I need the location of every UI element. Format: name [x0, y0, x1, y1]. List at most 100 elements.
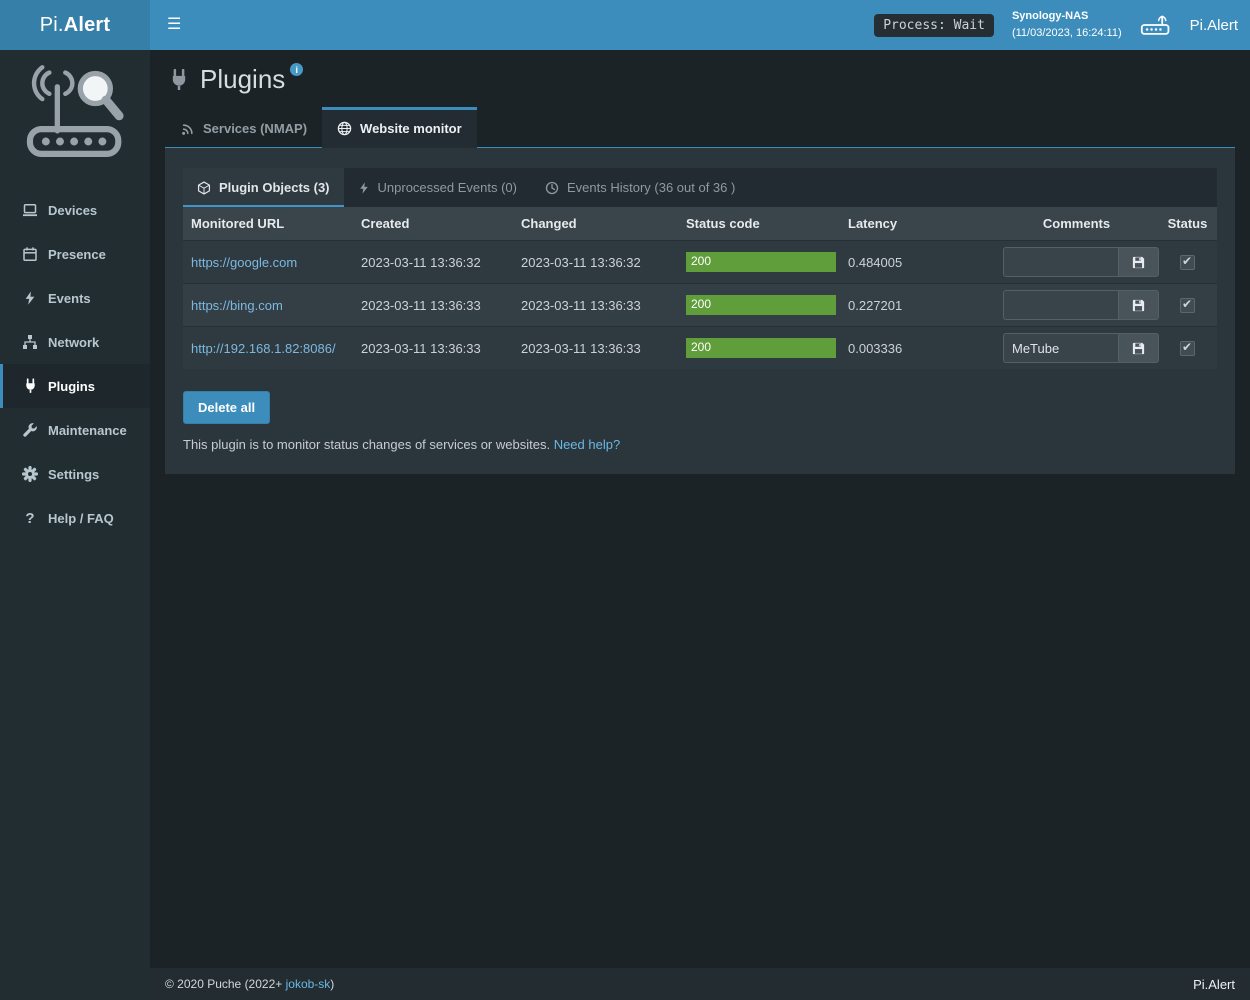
tab-plugin-objects[interactable]: Plugin Objects (3): [183, 168, 344, 207]
latency-cell: 0.227201: [840, 284, 995, 327]
sidebar-nav: Devices Presence Events Network Plugins: [0, 188, 150, 540]
footer-credits: © 2020 Puche (2022+ jokob-sk): [165, 977, 334, 991]
changed-cell: 2023-03-11 13:36:33: [513, 284, 678, 327]
footer-app-name: Pi.Alert: [1193, 977, 1235, 992]
footer-text: ): [330, 977, 334, 991]
sidebar-item-label: Maintenance: [48, 423, 127, 438]
sidebar-item-label: Devices: [48, 203, 97, 218]
tab-events-history[interactable]: Events History (36 out of 36 ): [531, 168, 749, 207]
calendar-icon: [22, 246, 38, 262]
jokob-sk-link[interactable]: jokob-sk: [286, 977, 331, 991]
footer: © 2020 Puche (2022+ jokob-sk) Pi.Alert: [150, 968, 1250, 1000]
delete-all-button[interactable]: Delete all: [183, 391, 270, 424]
comment-input-group: [1003, 290, 1159, 320]
status-code-bar: 200: [686, 295, 836, 315]
need-help-link[interactable]: Need help?: [554, 437, 621, 452]
latency-cell: 0.484005: [840, 241, 995, 284]
sidebar-item-network[interactable]: Network: [0, 320, 150, 364]
status-checkbox[interactable]: [1180, 298, 1195, 313]
sidebar-item-events[interactable]: Events: [0, 276, 150, 320]
sidebar: Devices Presence Events Network Plugins: [0, 50, 150, 1000]
monitored-url-link[interactable]: https://google.com: [191, 255, 297, 270]
sidebar-item-plugins[interactable]: Plugins: [0, 364, 150, 408]
tab-label: Plugin Objects (3): [219, 180, 330, 195]
monitored-url-link[interactable]: http://192.168.1.82:8086/: [191, 341, 336, 356]
plugin-objects-table: Monitored URL Created Changed Status cod…: [183, 207, 1217, 369]
col-header-comments: Comments: [995, 207, 1158, 241]
sidebar-item-label: Settings: [48, 467, 99, 482]
cube-icon: [197, 181, 211, 195]
comment-input-group: [1003, 333, 1159, 363]
help-text: This plugin is to monitor status changes…: [183, 437, 550, 452]
pialert-logo: [0, 50, 150, 172]
tab-services-nmap[interactable]: Services (NMAP): [166, 107, 322, 147]
website-monitor-panel: Plugin Objects (3) Unprocessed Events (0…: [165, 148, 1235, 474]
sidebar-item-label: Events: [48, 291, 91, 306]
navbar: ☰ Process: Wait Synology-NAS (11/03/2023…: [150, 0, 1250, 50]
table-row: https://google.com 2023-03-11 13:36:32 2…: [183, 241, 1217, 284]
comment-input[interactable]: [1003, 290, 1118, 320]
created-cell: 2023-03-11 13:36:32: [353, 241, 513, 284]
status-checkbox[interactable]: [1180, 341, 1195, 356]
info-badge[interactable]: i: [290, 63, 303, 76]
question-icon: ?: [22, 510, 38, 527]
col-header-created: Created: [353, 207, 513, 241]
brand-text: Pi.: [40, 14, 64, 37]
tab-label: Services (NMAP): [203, 121, 307, 136]
network-icon: [22, 334, 38, 350]
save-comment-button[interactable]: [1118, 247, 1159, 277]
sidebar-item-settings[interactable]: Settings: [0, 452, 150, 496]
tab-website-monitor[interactable]: Website monitor: [322, 107, 477, 148]
comment-input-group: [1003, 247, 1159, 277]
tab-label: Unprocessed Events (0): [378, 180, 517, 195]
plug-icon: [168, 69, 190, 91]
col-header-monitored-url: Monitored URL: [183, 207, 353, 241]
laptop-icon: [22, 202, 38, 218]
comment-input[interactable]: [1003, 247, 1118, 277]
status-checkbox[interactable]: [1180, 255, 1195, 270]
app-name: Pi.Alert: [1190, 17, 1238, 34]
sidebar-item-devices[interactable]: Devices: [0, 188, 150, 232]
comment-input[interactable]: [1003, 333, 1118, 363]
sidebar-item-label: Network: [48, 335, 99, 350]
main-content: Plugins i Services (NMAP) Website monito…: [150, 50, 1250, 968]
sidebar-item-label: Help / FAQ: [48, 511, 114, 526]
globe-icon: [337, 121, 352, 136]
gear-icon: [22, 466, 38, 482]
sidebar-item-maintenance[interactable]: Maintenance: [0, 408, 150, 452]
plugin-tabs: Services (NMAP) Website monitor: [165, 107, 1235, 148]
brand-logo[interactable]: Pi.Alert: [0, 0, 150, 50]
app-window: Pi.Alert ☰ Process: Wait Synology-NAS (1…: [0, 0, 1250, 1000]
col-header-status: Status: [1158, 207, 1217, 241]
table-header-row: Monitored URL Created Changed Status cod…: [183, 207, 1217, 241]
tab-label: Website monitor: [360, 121, 462, 136]
sidebar-item-label: Plugins: [48, 379, 95, 394]
wifi-icon: [181, 122, 195, 136]
col-header-changed: Changed: [513, 207, 678, 241]
table-row: http://192.168.1.82:8086/ 2023-03-11 13:…: [183, 327, 1217, 370]
wrench-icon: [22, 422, 38, 438]
bolt-icon: [22, 290, 38, 306]
page-title: Plugins i: [168, 64, 1235, 95]
latency-cell: 0.003336: [840, 327, 995, 370]
status-code-bar: 200: [686, 338, 836, 358]
save-comment-button[interactable]: [1118, 290, 1159, 320]
monitored-url-link[interactable]: https://bing.com: [191, 298, 283, 313]
router-icon: [1140, 13, 1172, 37]
tab-unprocessed-events[interactable]: Unprocessed Events (0): [344, 168, 531, 207]
floppy-icon: [1131, 298, 1146, 313]
clock-icon: [545, 181, 559, 195]
sidebar-item-presence[interactable]: Presence: [0, 232, 150, 276]
hamburger-menu-icon[interactable]: ☰: [150, 0, 198, 50]
plugin-section-tabs: Plugin Objects (3) Unprocessed Events (0…: [183, 168, 1217, 207]
sidebar-item-help-faq[interactable]: ? Help / FAQ: [0, 496, 150, 540]
created-cell: 2023-03-11 13:36:33: [353, 284, 513, 327]
floppy-icon: [1131, 341, 1146, 356]
top-bar: Pi.Alert ☰ Process: Wait Synology-NAS (1…: [0, 0, 1250, 50]
footer-text: © 2020 Puche (2022+: [165, 977, 286, 991]
status-code-bar: 200: [686, 252, 836, 272]
plug-icon: [22, 378, 38, 394]
save-comment-button[interactable]: [1118, 333, 1159, 363]
floppy-icon: [1131, 255, 1146, 270]
col-header-latency: Latency: [840, 207, 995, 241]
